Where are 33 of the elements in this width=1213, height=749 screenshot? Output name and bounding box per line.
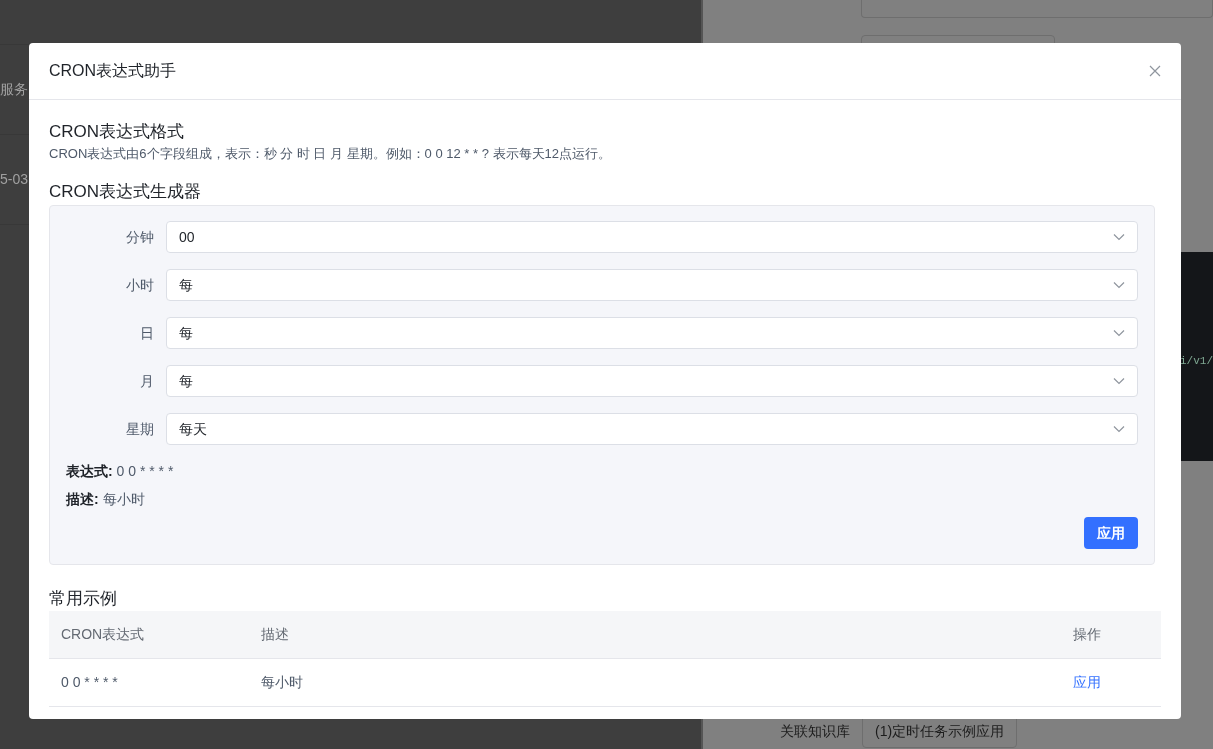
chevron-down-icon [1113,281,1125,289]
apply-link[interactable]: 应用 [1073,672,1101,693]
table-cell: 每小时 [249,659,1061,707]
select-field[interactable]: 每天 [166,413,1138,445]
row-text: 5-03 [0,170,29,189]
table-cell: 0 0 * * * * [49,659,249,707]
chevron-down-icon [1113,233,1125,241]
select-field[interactable]: 每 [166,317,1138,349]
description-text: CRON表达式由6个字段组成，表示：秒 分 时 日 月 星期。例如：0 0 12 * * ? 表示每天12点运行。 [49,145,612,163]
chevron-down-icon [1113,425,1125,433]
chevron-down-icon [1113,329,1125,337]
select-field[interactable]: 每 [166,269,1138,301]
section-heading: 常用示例 [49,588,118,610]
column-header: 描述 [249,611,1061,659]
column-header: 操作 [1061,611,1161,659]
apply-button[interactable]: 应用 [1084,517,1138,549]
select-field[interactable]: 00 [166,221,1138,253]
select-field[interactable]: 每 [166,365,1138,397]
field-label: 关联知识库 [780,722,850,741]
section-heading: CRON表达式格式 [49,121,186,143]
field-label: 分钟 [125,227,154,247]
chevron-down-icon [1113,377,1125,385]
close-icon[interactable] [1149,65,1161,77]
field-label: 星期 [125,419,154,439]
field-label: 月 [139,371,154,391]
dialog-title: CRON表达式助手 [49,61,177,81]
field-label: 小时 [125,275,154,295]
row-text: 服务 [0,80,28,99]
summary-text: 描述: 每小时 [66,490,146,509]
summary-text: 表达式: 0 0 * * * * [66,462,175,481]
column-header: CRON表达式 [49,611,249,659]
field-label: 日 [139,323,154,343]
section-heading: CRON表达式生成器 [49,181,203,203]
